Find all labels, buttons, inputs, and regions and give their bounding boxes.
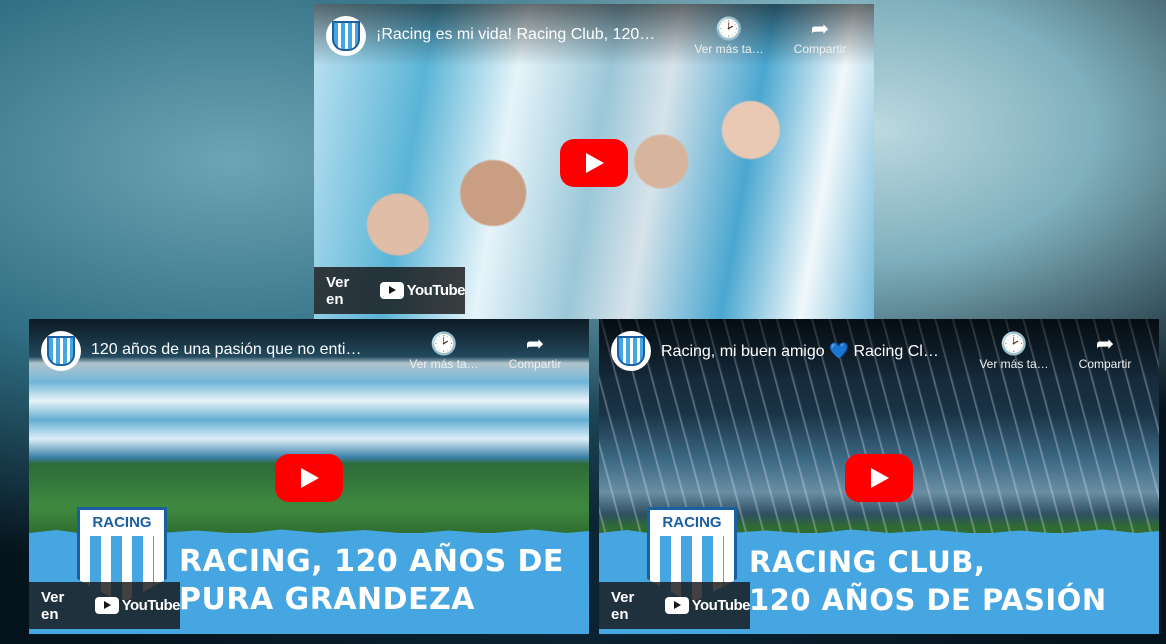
- promo-line-2: PURA GRANDEZA: [179, 582, 476, 617]
- video-title[interactable]: 120 años de una pasión que no enti…: [91, 341, 396, 359]
- share-button[interactable]: ➦ Compartir: [495, 331, 575, 371]
- watch-on-label: Ver en: [326, 273, 350, 308]
- watch-on-youtube-button[interactable]: Ver en YouTube: [599, 582, 751, 629]
- share-arrow-icon: ➦: [525, 331, 545, 356]
- watch-on-label: Ver en: [611, 588, 635, 623]
- youtube-play-box-icon: [664, 597, 689, 614]
- promo-line-2: 120 AÑOS DE PASIÓN: [749, 583, 1107, 617]
- watch-later-button[interactable]: 🕑 Ver más ta…: [689, 16, 769, 56]
- play-icon: [586, 153, 604, 173]
- clock-icon: 🕑: [715, 16, 743, 41]
- play-button[interactable]: [275, 454, 343, 502]
- watch-on-label: Ver en: [41, 588, 65, 623]
- promo-line-1: RACING CLUB,: [749, 545, 986, 579]
- clock-icon: 🕑: [1000, 331, 1028, 356]
- racing-crest-icon: [332, 21, 360, 51]
- youtube-logo-icon: YouTube: [664, 597, 751, 614]
- video-top-bar: ¡Racing es mi vida! Racing Club, 120… 🕑 …: [314, 4, 874, 66]
- racing-crest-icon: [617, 336, 645, 366]
- promo-line-1: RACING, 120 AÑOS DE: [179, 544, 564, 579]
- share-button[interactable]: ➦ Compartir: [780, 16, 860, 56]
- channel-avatar[interactable]: [41, 331, 81, 371]
- watch-later-label: Ver más ta…: [694, 42, 764, 56]
- channel-avatar[interactable]: [611, 331, 651, 371]
- watch-later-button[interactable]: 🕑 Ver más ta…: [404, 331, 484, 371]
- watch-later-label: Ver más ta…: [409, 357, 479, 371]
- share-arrow-icon: ➦: [1095, 331, 1115, 356]
- play-icon: [871, 468, 889, 488]
- video-embed-2[interactable]: RACING RACING, 120 AÑOS DE PURA GRANDEZA…: [29, 319, 589, 634]
- video-title[interactable]: ¡Racing es mi vida! Racing Club, 120…: [376, 26, 681, 44]
- channel-avatar[interactable]: [326, 16, 366, 56]
- clock-icon: 🕑: [430, 331, 458, 356]
- video-title[interactable]: Racing, mi buen amigo 💙 Racing Cl…: [661, 341, 966, 361]
- youtube-play-box-icon: [379, 282, 404, 299]
- video-embed-1[interactable]: ¡Racing es mi vida! Racing Club, 120… 🕑 …: [314, 4, 874, 319]
- racing-crest-icon: [47, 336, 75, 366]
- share-label: Compartir: [793, 42, 847, 56]
- share-label: Compartir: [508, 357, 562, 371]
- youtube-logo-icon: YouTube: [379, 282, 466, 299]
- share-button[interactable]: ➦ Compartir: [1065, 331, 1145, 371]
- video-top-bar: 120 años de una pasión que no enti… 🕑 Ve…: [29, 319, 589, 381]
- share-arrow-icon: ➦: [810, 16, 830, 41]
- thumbnail-promo-text: RACING, 120 AÑOS DE PURA GRANDEZA: [179, 543, 579, 619]
- youtube-wordmark: YouTube: [121, 597, 181, 614]
- video-top-bar: Racing, mi buen amigo 💙 Racing Cl… 🕑 Ver…: [599, 319, 1159, 381]
- watch-later-label: Ver más ta…: [979, 357, 1049, 371]
- play-button[interactable]: [845, 454, 913, 502]
- watch-on-youtube-button[interactable]: Ver en YouTube: [29, 582, 181, 629]
- watch-on-youtube-button[interactable]: Ver en YouTube: [314, 267, 466, 314]
- youtube-play-box-icon: [94, 597, 119, 614]
- crest-text: RACING: [92, 514, 152, 531]
- play-icon: [301, 468, 319, 488]
- video-embed-3[interactable]: RACING RACING CLUB, 120 AÑOS DE PASIÓN R…: [599, 319, 1159, 634]
- thumbnail-promo-text: RACING CLUB, 120 AÑOS DE PASIÓN: [749, 543, 1149, 619]
- share-label: Compartir: [1078, 357, 1132, 371]
- youtube-logo-icon: YouTube: [94, 597, 181, 614]
- youtube-wordmark: YouTube: [406, 282, 466, 299]
- youtube-wordmark: YouTube: [691, 597, 751, 614]
- watch-later-button[interactable]: 🕑 Ver más ta…: [974, 331, 1054, 371]
- play-button[interactable]: [560, 139, 628, 187]
- crest-text: RACING: [662, 514, 722, 531]
